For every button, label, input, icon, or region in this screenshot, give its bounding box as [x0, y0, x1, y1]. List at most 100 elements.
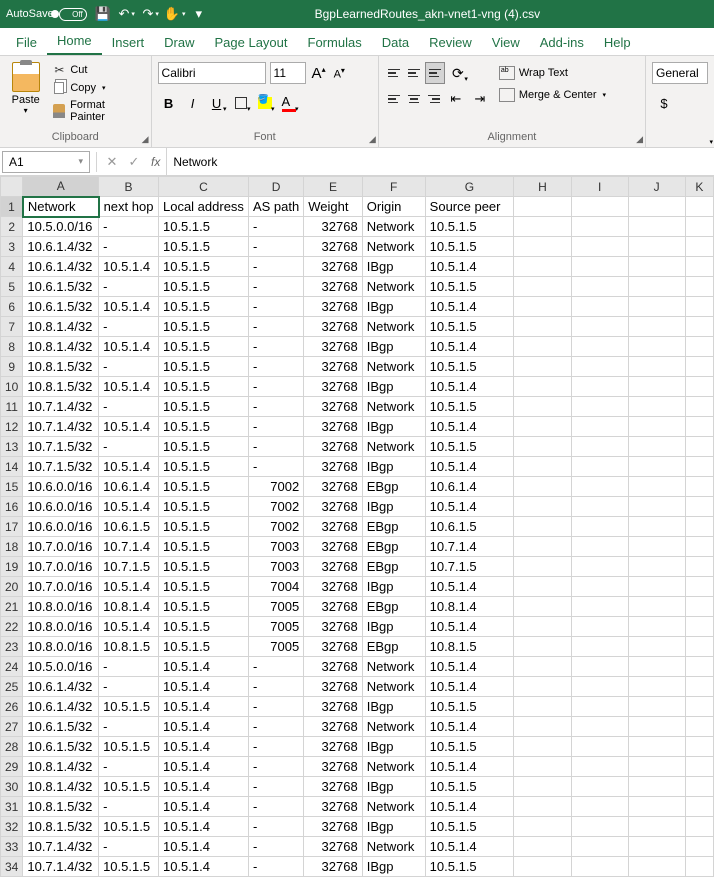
- cell-G23[interactable]: 10.8.1.5: [425, 637, 514, 657]
- font-launcher-icon[interactable]: ◢: [369, 134, 376, 145]
- cell-B27[interactable]: -: [99, 717, 159, 737]
- cell-I28[interactable]: [571, 737, 628, 757]
- cell-G25[interactable]: 10.5.1.4: [425, 677, 514, 697]
- autosave-toggle[interactable]: AutoSave Off: [6, 8, 87, 21]
- cell-G34[interactable]: 10.5.1.5: [425, 857, 514, 877]
- cell-I23[interactable]: [571, 637, 628, 657]
- cell-F2[interactable]: Network: [362, 217, 425, 237]
- cell-H6[interactable]: [514, 297, 572, 317]
- cell-B24[interactable]: -: [99, 657, 159, 677]
- cell-H11[interactable]: [514, 397, 572, 417]
- cell-H24[interactable]: [514, 657, 572, 677]
- formula-input[interactable]: Network: [166, 148, 714, 175]
- cell-K5[interactable]: [685, 277, 713, 297]
- tab-file[interactable]: File: [6, 30, 47, 55]
- cell-E4[interactable]: 32768: [304, 257, 363, 277]
- row-header-2[interactable]: 2: [1, 217, 23, 237]
- cell-H1[interactable]: [514, 197, 572, 217]
- row-header-23[interactable]: 23: [1, 637, 23, 657]
- cell-F17[interactable]: EBgp: [362, 517, 425, 537]
- cell-C26[interactable]: 10.5.1.4: [158, 697, 248, 717]
- cell-H31[interactable]: [514, 797, 572, 817]
- cell-D33[interactable]: -: [248, 837, 303, 857]
- cell-H9[interactable]: [514, 357, 572, 377]
- tab-insert[interactable]: Insert: [102, 30, 155, 55]
- row-header-3[interactable]: 3: [1, 237, 23, 257]
- cell-F10[interactable]: IBgp: [362, 377, 425, 397]
- cell-I20[interactable]: [571, 577, 628, 597]
- cell-K18[interactable]: [685, 537, 713, 557]
- cell-J6[interactable]: [628, 297, 685, 317]
- borders-button[interactable]: [230, 92, 252, 114]
- cell-C24[interactable]: 10.5.1.4: [158, 657, 248, 677]
- row-header-17[interactable]: 17: [1, 517, 23, 537]
- cell-D15[interactable]: 7002: [248, 477, 303, 497]
- cell-H30[interactable]: [514, 777, 572, 797]
- align-left-button[interactable]: [385, 88, 403, 110]
- increase-indent-button[interactable]: ⇥: [469, 88, 491, 110]
- cell-A11[interactable]: 10.7.1.4/32: [23, 397, 99, 417]
- cell-E25[interactable]: 32768: [304, 677, 363, 697]
- cell-F26[interactable]: IBgp: [362, 697, 425, 717]
- cell-C34[interactable]: 10.5.1.4: [158, 857, 248, 877]
- cell-J15[interactable]: [628, 477, 685, 497]
- cell-H34[interactable]: [514, 857, 572, 877]
- cell-G8[interactable]: 10.5.1.4: [425, 337, 514, 357]
- row-header-5[interactable]: 5: [1, 277, 23, 297]
- row-header-14[interactable]: 14: [1, 457, 23, 477]
- cell-E12[interactable]: 32768: [304, 417, 363, 437]
- cell-E27[interactable]: 32768: [304, 717, 363, 737]
- cell-A34[interactable]: 10.7.1.4/32: [23, 857, 99, 877]
- cell-I4[interactable]: [571, 257, 628, 277]
- cell-E29[interactable]: 32768: [304, 757, 363, 777]
- tab-draw[interactable]: Draw: [154, 30, 204, 55]
- cell-B3[interactable]: -: [99, 237, 159, 257]
- cell-G32[interactable]: 10.5.1.5: [425, 817, 514, 837]
- row-header-21[interactable]: 21: [1, 597, 23, 617]
- cell-E17[interactable]: 32768: [304, 517, 363, 537]
- cell-D20[interactable]: 7004: [248, 577, 303, 597]
- tab-add-ins[interactable]: Add-ins: [530, 30, 594, 55]
- row-header-20[interactable]: 20: [1, 577, 23, 597]
- cell-A29[interactable]: 10.8.1.4/32: [23, 757, 99, 777]
- cell-D19[interactable]: 7003: [248, 557, 303, 577]
- cell-H18[interactable]: [514, 537, 572, 557]
- cell-B17[interactable]: 10.6.1.5: [99, 517, 159, 537]
- row-header-1[interactable]: 1: [1, 197, 23, 217]
- cell-F5[interactable]: Network: [362, 277, 425, 297]
- cell-E32[interactable]: 32768: [304, 817, 363, 837]
- cell-E16[interactable]: 32768: [304, 497, 363, 517]
- cell-F1[interactable]: Origin: [362, 197, 425, 217]
- cell-E26[interactable]: 32768: [304, 697, 363, 717]
- cell-I29[interactable]: [571, 757, 628, 777]
- cell-D2[interactable]: -: [248, 217, 303, 237]
- tab-review[interactable]: Review: [419, 30, 482, 55]
- cell-K7[interactable]: [685, 317, 713, 337]
- cell-I5[interactable]: [571, 277, 628, 297]
- col-header-C[interactable]: C: [158, 177, 248, 197]
- cell-A17[interactable]: 10.6.0.0/16: [23, 517, 99, 537]
- col-header-D[interactable]: D: [248, 177, 303, 197]
- cell-K16[interactable]: [685, 497, 713, 517]
- cell-K4[interactable]: [685, 257, 713, 277]
- cell-I8[interactable]: [571, 337, 628, 357]
- cell-C8[interactable]: 10.5.1.5: [158, 337, 248, 357]
- cell-B18[interactable]: 10.7.1.4: [99, 537, 159, 557]
- cell-G29[interactable]: 10.5.1.4: [425, 757, 514, 777]
- cell-E14[interactable]: 32768: [304, 457, 363, 477]
- row-header-9[interactable]: 9: [1, 357, 23, 377]
- cell-A8[interactable]: 10.8.1.4/32: [23, 337, 99, 357]
- cell-I21[interactable]: [571, 597, 628, 617]
- col-header-B[interactable]: B: [99, 177, 159, 197]
- cell-G10[interactable]: 10.5.1.4: [425, 377, 514, 397]
- cell-D24[interactable]: -: [248, 657, 303, 677]
- cell-B10[interactable]: 10.5.1.4: [99, 377, 159, 397]
- cell-J19[interactable]: [628, 557, 685, 577]
- cell-B19[interactable]: 10.7.1.5: [99, 557, 159, 577]
- cell-I30[interactable]: [571, 777, 628, 797]
- font-name-select[interactable]: [158, 62, 266, 84]
- cell-G11[interactable]: 10.5.1.5: [425, 397, 514, 417]
- cell-K11[interactable]: [685, 397, 713, 417]
- cell-I31[interactable]: [571, 797, 628, 817]
- enter-formula-icon[interactable]: ✓: [123, 154, 145, 170]
